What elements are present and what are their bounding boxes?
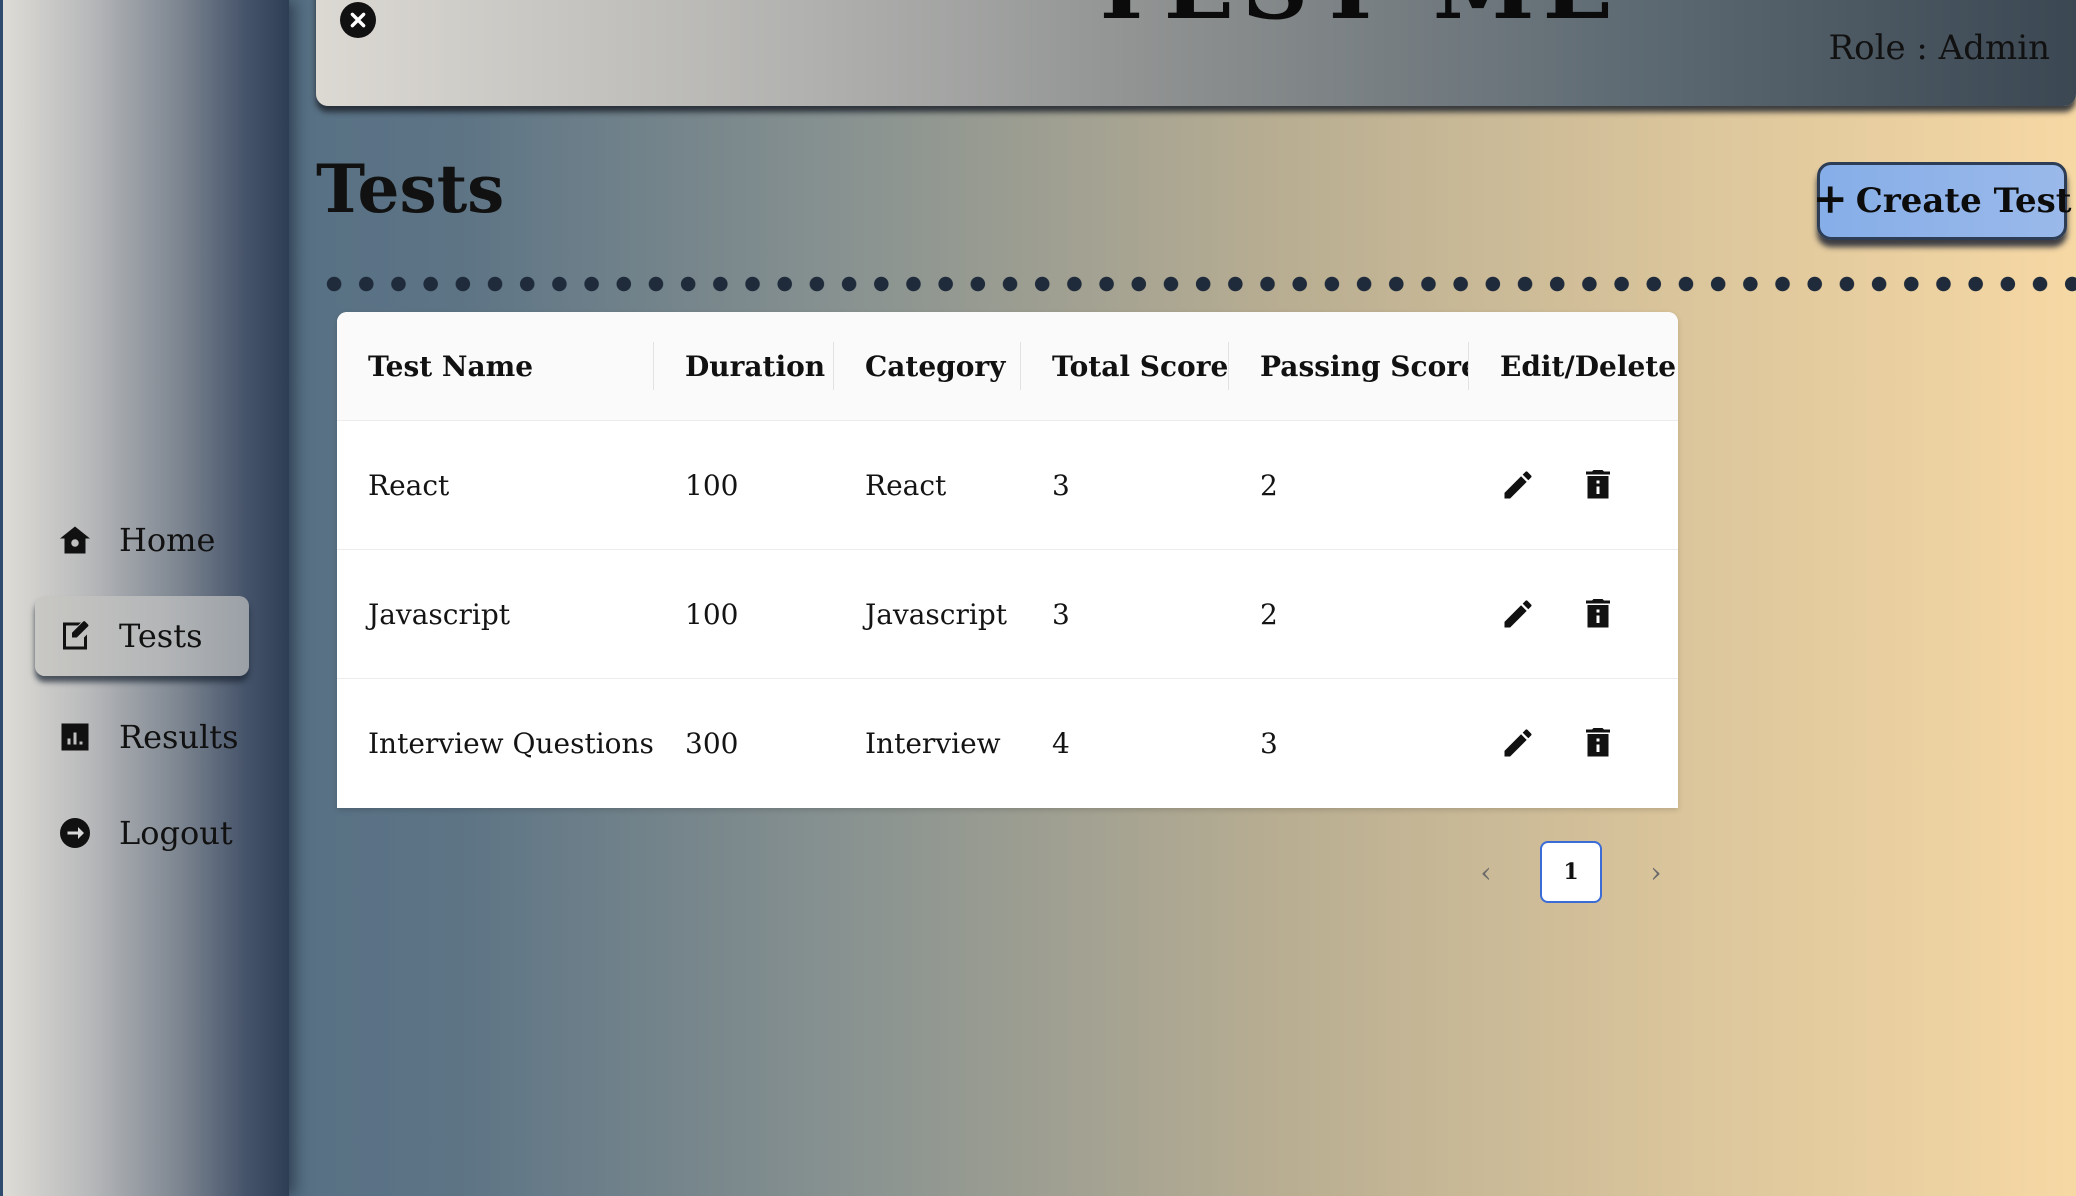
plus-icon: + (1812, 174, 1848, 223)
cell-category: React (834, 420, 1021, 550)
create-test-label: Create Test (1855, 181, 2072, 221)
sidebar-item-home[interactable]: Home (35, 500, 249, 580)
create-test-button[interactable]: + Create Test (1813, 162, 2071, 240)
close-button[interactable] (340, 2, 376, 38)
cell-test-name: Javascript (337, 549, 654, 679)
cell-actions (1469, 679, 1678, 808)
table-row: Javascript 100 Javascript 3 2 (337, 549, 1678, 679)
next-page-icon[interactable]: › (1630, 840, 1682, 904)
cell-duration: 300 (685, 726, 739, 760)
cell-passing-score: 2 (1229, 549, 1469, 679)
sidebar: Home Tests Results Logout (0, 0, 289, 1196)
cell-category: Interview (865, 726, 1001, 760)
pagination: ‹ 1 › (1460, 840, 1682, 904)
edit-icon[interactable] (1500, 725, 1536, 761)
role-label: Role : Admin (1828, 28, 2050, 68)
delete-icon[interactable] (1580, 725, 1616, 761)
cell-passing-score: 2 (1229, 420, 1469, 550)
column-header: Test Name (337, 312, 654, 421)
sidebar-item-label: Tests (119, 617, 203, 655)
cell-test-name: Interview Questions (368, 726, 654, 760)
prev-page-icon[interactable]: ‹ (1460, 840, 1512, 904)
table-row: Interview Questions 300 Interview 4 3 (337, 679, 1678, 808)
cell-duration: 100 (654, 420, 834, 550)
table-header-row: Test Name Duration Category Total Score … (337, 312, 1678, 421)
edit-note-icon (57, 618, 93, 654)
app-title: TEST ME (316, 0, 2076, 40)
sidebar-item-tests[interactable]: Tests (35, 596, 249, 676)
cell-test-name: React (337, 420, 654, 550)
home-icon (57, 522, 93, 558)
delete-icon[interactable] (1580, 467, 1616, 503)
cell-actions (1469, 420, 1678, 550)
tests-table: Test Name Duration Category Total Score … (337, 312, 1678, 808)
cell-total-score: 4 (1052, 726, 1070, 760)
column-header: Category (834, 312, 1021, 421)
sidebar-item-results[interactable]: Results (35, 697, 249, 777)
sidebar-item-label: Results (119, 718, 239, 756)
cell-duration: 100 (654, 549, 834, 679)
column-header: Edit/Delete (1469, 312, 1678, 421)
cell-total-score: 3 (1021, 549, 1229, 679)
header: TEST ME Role : Admin (316, 0, 2076, 106)
bar-chart-icon (57, 719, 93, 755)
cell-passing-score: 3 (1260, 726, 1278, 760)
sidebar-item-label: Logout (119, 814, 233, 852)
column-header: Duration (654, 312, 834, 421)
cell-actions (1469, 549, 1678, 679)
cell-category: Javascript (834, 549, 1021, 679)
page-button[interactable]: 1 (1540, 841, 1602, 903)
column-header: Total Score (1021, 312, 1229, 421)
column-header: Passing Score (1229, 312, 1479, 421)
sidebar-item-logout[interactable]: Logout (35, 793, 249, 873)
delete-icon[interactable] (1580, 596, 1616, 632)
logout-icon (57, 815, 93, 851)
close-icon (350, 12, 366, 28)
dotted-divider (318, 276, 2076, 292)
edit-icon[interactable] (1500, 596, 1536, 632)
sidebar-item-label: Home (119, 521, 216, 559)
cell-total-score: 3 (1021, 420, 1229, 550)
table-row: React 100 React 3 2 (337, 420, 1678, 550)
edit-icon[interactable] (1500, 467, 1536, 503)
page-title: Tests (316, 150, 505, 228)
